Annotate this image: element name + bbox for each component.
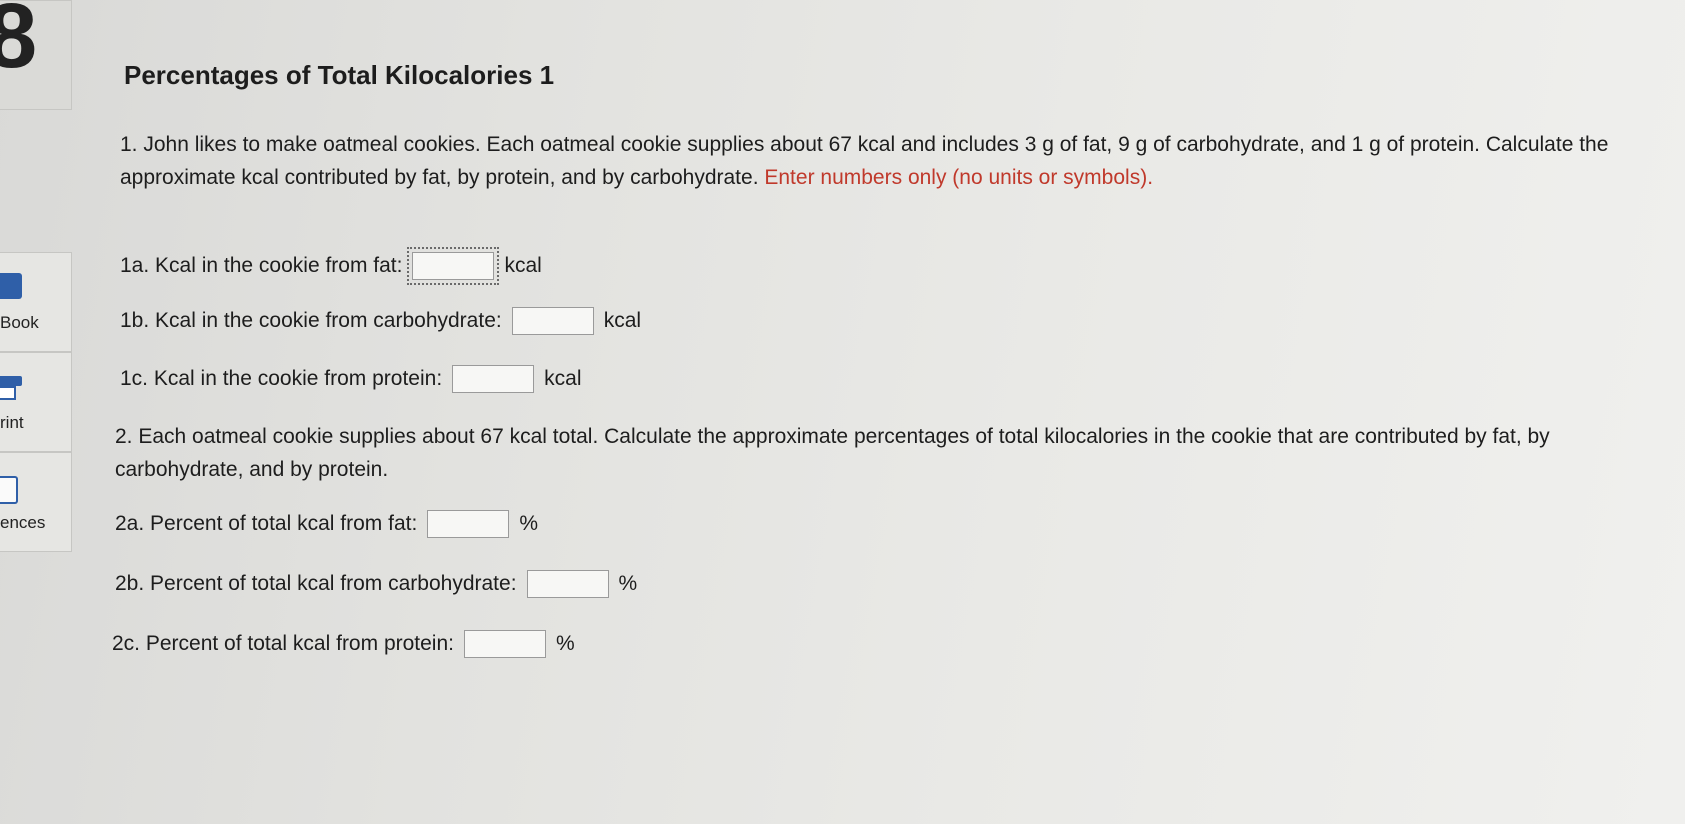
- sidebar-item-label: Book: [0, 313, 39, 332]
- unit-label: kcal: [544, 367, 582, 390]
- references-icon: [0, 476, 18, 504]
- sidebar-item-label: ences: [0, 513, 46, 532]
- instruction-note: Enter numbers only (no units or symbols)…: [764, 166, 1154, 189]
- answer-row-1a: 1a. Kcal in the cookie from fat: kcal: [120, 247, 542, 285]
- answer-row-1b: 1b. Kcal in the cookie from carbohydrate…: [120, 307, 641, 335]
- answer-row-2c: 2c. Percent of total kcal from protein: …: [112, 630, 575, 658]
- answer-input-1b[interactable]: [511, 307, 594, 335]
- print-icon: [0, 376, 22, 386]
- answer-label: 2b. Percent of total kcal from carbohydr…: [115, 572, 517, 595]
- answer-input-1a[interactable]: [407, 247, 500, 285]
- sidebar-item-label: rint: [0, 413, 24, 432]
- unit-label: %: [519, 512, 538, 535]
- answer-input-1c[interactable]: [452, 365, 535, 393]
- answer-label: 1a. Kcal in the cookie from fat:: [120, 254, 403, 277]
- print-tray-icon: [0, 386, 16, 400]
- answer-row-1c: 1c. Kcal in the cookie from protein: kca…: [120, 365, 582, 393]
- answer-row-2b: 2b. Percent of total kcal from carbohydr…: [115, 570, 637, 598]
- unit-label: kcal: [603, 309, 642, 332]
- answer-input-2c[interactable]: [464, 630, 546, 658]
- answer-row-2a: 2a. Percent of total kcal from fat: %: [115, 510, 538, 538]
- chapter-number: 8: [0, 0, 38, 87]
- unit-label: %: [618, 572, 638, 595]
- answer-input-2b[interactable]: [526, 570, 609, 598]
- page-title: Percentages of Total Kilocalories 1: [124, 60, 555, 90]
- answer-label: 2c. Percent of total kcal from protein:: [112, 632, 454, 655]
- book-icon: [0, 273, 22, 299]
- question-1-text: 1. John likes to make oatmeal cookies. E…: [120, 128, 1640, 194]
- sidebar: 8 Book rint ences: [0, 0, 72, 555]
- answer-label: 1c. Kcal in the cookie from protein:: [120, 367, 443, 390]
- question-2-text: 2. Each oatmeal cookie supplies about 67…: [115, 425, 1550, 481]
- unit-label: %: [556, 632, 575, 655]
- answer-label: 2a. Percent of total kcal from fat:: [115, 512, 418, 535]
- sidebar-item-print[interactable]: rint: [0, 352, 72, 452]
- sidebar-item-references[interactable]: ences: [0, 452, 72, 552]
- unit-label: kcal: [504, 254, 542, 277]
- sidebar-item-book[interactable]: Book: [0, 252, 72, 352]
- answer-label: 1b. Kcal in the cookie from carbohydrate…: [120, 309, 502, 332]
- answer-input-2a[interactable]: [427, 510, 510, 538]
